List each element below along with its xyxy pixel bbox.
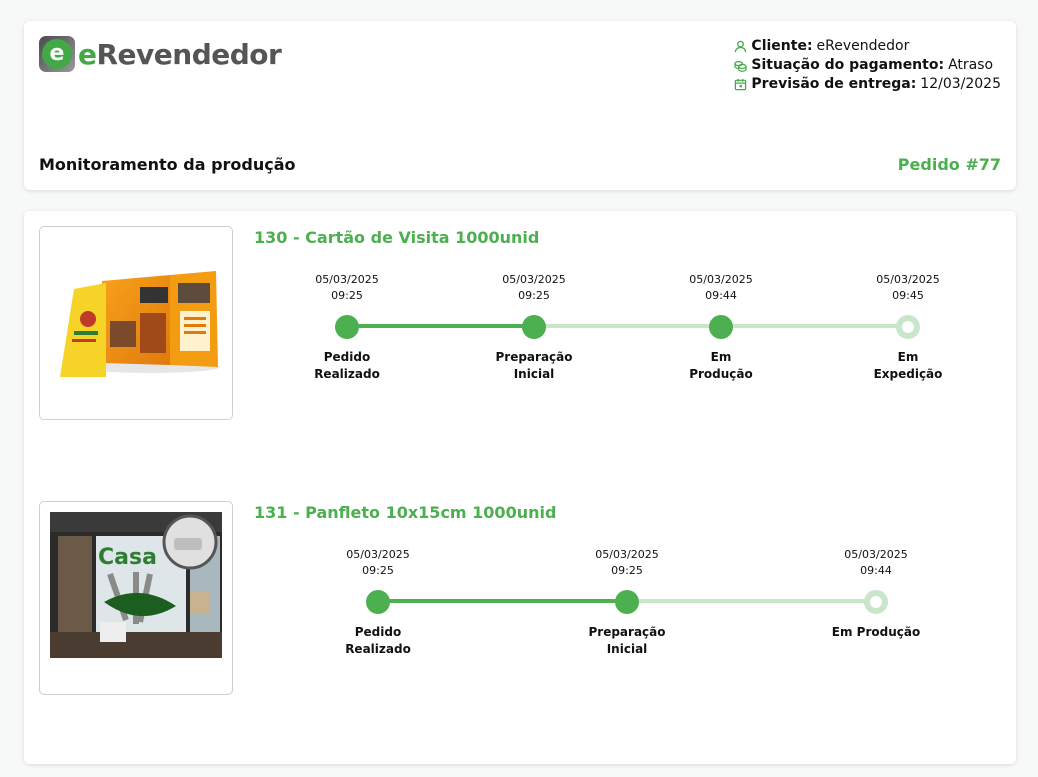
timeline-step: 05/03/2025 09:25 Preparação Inicial [588, 548, 666, 656]
brand-logo: e eRevendedor [39, 36, 282, 72]
step-current-icon [896, 315, 920, 339]
step-done-icon [366, 590, 390, 614]
delivery-date: 12/03/2025 [920, 76, 1001, 92]
logo-icon: e [39, 36, 75, 72]
delivery-row: Previsão de entrega: 12/03/2025 [734, 75, 1001, 94]
product-thumbnail[interactable] [39, 226, 233, 420]
timeline-step: 05/03/2025 09:25 Preparação Inicial [495, 273, 573, 381]
svg-text:Casa: Casa [98, 545, 157, 570]
brand-name: eRevendedor [78, 37, 282, 71]
brochure-image [60, 271, 220, 377]
order-header-card: e eRevendedor Cliente: eRevendedor Situa… [24, 21, 1016, 190]
timeline-step: 05/03/2025 09:44 Em Produção [689, 273, 753, 381]
order-items-card: 130 - Cartão de Visita 1000unid 05/03/20… [24, 211, 1016, 764]
client-label: Cliente: [751, 38, 813, 54]
product-thumbnail[interactable]: Casa [39, 501, 233, 695]
timeline-step: 05/03/2025 09:44 Em Produção [831, 548, 921, 639]
step-done-icon [709, 315, 733, 339]
timeline-step: 05/03/2025 09:25 Pedido Realizado [345, 548, 411, 656]
step-done-icon [522, 315, 546, 339]
payment-status: Atraso [948, 57, 994, 73]
order-number: Pedido #77 [897, 155, 1001, 174]
client-row: Cliente: eRevendedor [734, 37, 1001, 56]
payment-row: Situação do pagamento: Atraso [734, 56, 1001, 75]
storefront-image: Casa [50, 512, 222, 658]
step-current-icon [864, 590, 888, 614]
delivery-label: Previsão de entrega: [751, 76, 917, 92]
client-value: eRevendedor [816, 38, 910, 54]
payment-label: Situação do pagamento: [751, 57, 945, 73]
order-info: Cliente: eRevendedor Situação do pagamen… [734, 37, 1001, 94]
user-icon [735, 40, 747, 53]
calendar-icon [735, 78, 747, 91]
production-timeline: 05/03/2025 09:25 Pedido Realizado 05/03/2… [254, 226, 1001, 420]
section-title: Monitoramento da produção [39, 155, 296, 174]
step-done-icon [615, 590, 639, 614]
timeline-step: 05/03/2025 09:25 Pedido Realizado [314, 273, 380, 381]
coins-icon [734, 60, 748, 72]
production-timeline: 05/03/2025 09:25 Pedido Realizado 05/03/2… [254, 501, 1001, 695]
step-done-icon [335, 315, 359, 339]
timeline-step: 05/03/2025 09:45 Em Expedição [873, 273, 943, 381]
